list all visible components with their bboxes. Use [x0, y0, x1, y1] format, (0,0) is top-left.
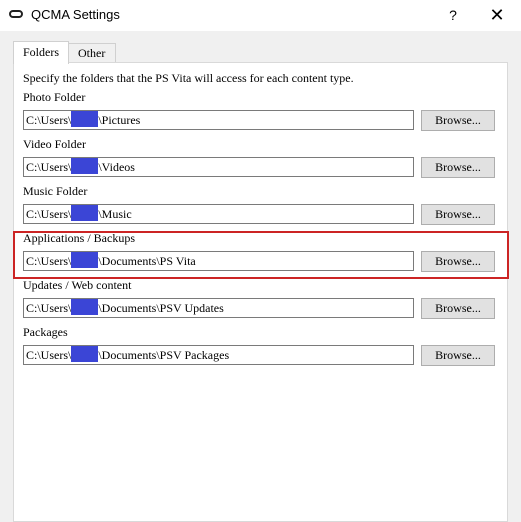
- packages-browse-button[interactable]: Browse...: [421, 345, 495, 366]
- photo-folder-input[interactable]: C:\Users\ \Pictures: [23, 110, 414, 130]
- qcma-app-icon: [9, 10, 23, 18]
- path-prefix: C:\Users\: [26, 301, 72, 315]
- close-button[interactable]: ✕: [479, 2, 515, 29]
- video-folder-input[interactable]: C:\Users\ \Videos: [23, 157, 414, 177]
- photo-browse-button[interactable]: Browse...: [421, 110, 495, 131]
- music-folder-input[interactable]: C:\Users\ \Music: [23, 204, 414, 224]
- path-prefix: C:\Users\: [26, 160, 72, 174]
- path-prefix: C:\Users\: [26, 113, 72, 127]
- tab-other[interactable]: Other: [68, 43, 116, 62]
- video-browse-button[interactable]: Browse...: [421, 157, 495, 178]
- redaction-box: [71, 111, 99, 127]
- redaction-box: [71, 158, 99, 174]
- title-bar: QCMA Settings ? ✕: [0, 0, 521, 31]
- redaction-box: [71, 346, 99, 362]
- tab-folders[interactable]: Folders: [13, 41, 69, 64]
- music-browse-button[interactable]: Browse...: [421, 204, 495, 225]
- music-folder-label: Music Folder: [23, 184, 88, 198]
- path-suffix: \Pictures: [98, 113, 141, 127]
- path-prefix: C:\Users\: [26, 348, 72, 362]
- redaction-box: [71, 299, 99, 315]
- updates-folder-input[interactable]: C:\Users\ \Documents\PSV Updates: [23, 298, 414, 318]
- highlight-box: [13, 231, 509, 279]
- intro-text: Specify the folders that the PS Vita wil…: [23, 71, 354, 85]
- packages-folder-input[interactable]: C:\Users\ \Documents\PSV Packages: [23, 345, 414, 365]
- path-suffix: \Documents\PSV Updates: [98, 301, 224, 315]
- path-suffix: \Videos: [98, 160, 135, 174]
- path-prefix: C:\Users\: [26, 207, 72, 221]
- video-folder-label: Video Folder: [23, 137, 86, 151]
- help-button[interactable]: ?: [438, 2, 468, 29]
- photo-folder-label: Photo Folder: [23, 90, 86, 104]
- packages-folder-label: Packages: [23, 325, 68, 339]
- redaction-box: [71, 205, 99, 221]
- window-title: QCMA Settings: [31, 7, 120, 22]
- path-suffix: \Music: [98, 207, 132, 221]
- updates-browse-button[interactable]: Browse...: [421, 298, 495, 319]
- updates-folder-label: Updates / Web content: [23, 278, 132, 292]
- path-suffix: \Documents\PSV Packages: [98, 348, 230, 362]
